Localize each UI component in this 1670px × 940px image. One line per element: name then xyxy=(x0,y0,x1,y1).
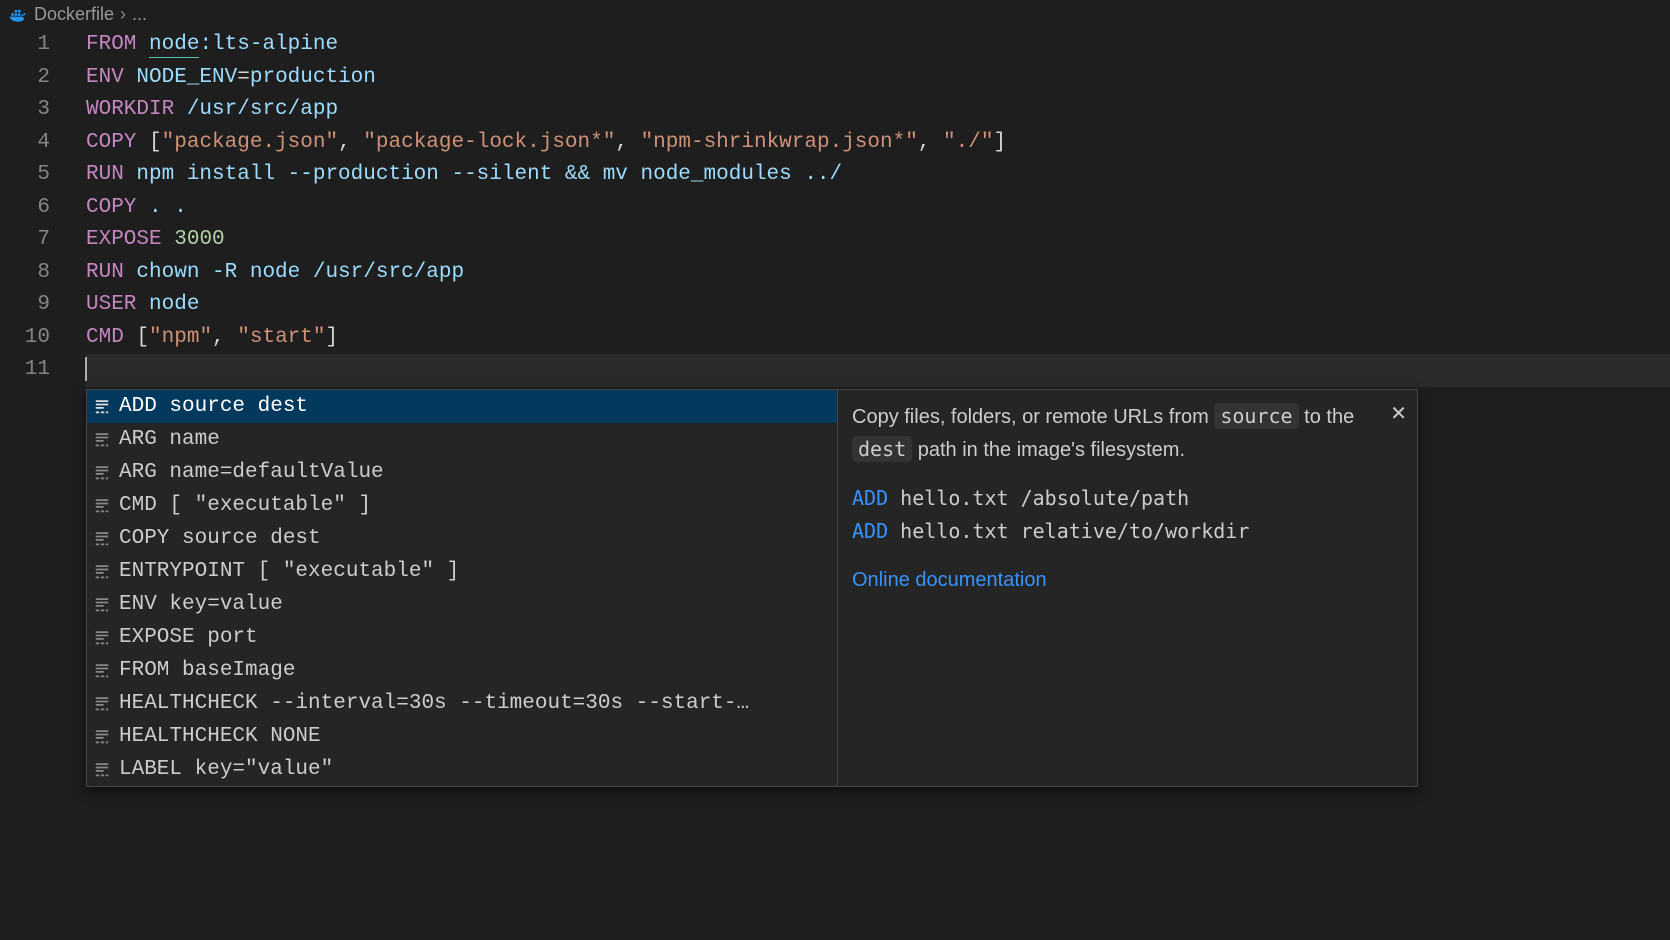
doc-description: Copy files, folders, or remote URLs from… xyxy=(852,400,1403,466)
line-number-gutter: 1234567891011 xyxy=(0,29,72,387)
suggestion-label: ENTRYPOINT [ "executable" ] xyxy=(119,560,459,583)
line-number: 2 xyxy=(0,62,72,95)
doc-example-1: ADD hello.txt /absolute/path xyxy=(852,482,1403,515)
code-chip-dest: dest xyxy=(852,436,912,462)
code-line[interactable]: RUN chown -R node /usr/src/app xyxy=(86,257,1670,290)
snippet-icon xyxy=(93,530,111,548)
suggestion-item[interactable]: HEALTHCHECK NONE xyxy=(87,720,837,753)
doc-example-2: ADD hello.txt relative/to/workdir xyxy=(852,515,1403,548)
suggestion-label: ENV key=value xyxy=(119,593,283,616)
line-number: 5 xyxy=(0,159,72,192)
suggestion-label: EXPOSE port xyxy=(119,626,258,649)
suggestion-label: ADD source dest xyxy=(119,395,308,418)
suggestion-item[interactable]: ADD source dest xyxy=(87,390,837,423)
line-number: 6 xyxy=(0,192,72,225)
suggestion-item[interactable]: ENV key=value xyxy=(87,588,837,621)
suggestion-list[interactable]: ADD source dest ARG name ARG name=defaultV… xyxy=(87,390,837,786)
suggestion-widget: ADD source dest ARG name ARG name=defaultV… xyxy=(86,389,1418,787)
online-documentation-link[interactable]: Online documentation xyxy=(852,569,1047,591)
line-number: 7 xyxy=(0,224,72,257)
code-line[interactable]: ENV NODE_ENV=production xyxy=(86,62,1670,95)
close-icon[interactable]: ✕ xyxy=(1390,398,1407,430)
suggestion-label: FROM baseImage xyxy=(119,659,295,682)
line-number: 11 xyxy=(0,354,72,387)
line-number: 10 xyxy=(0,322,72,355)
snippet-icon xyxy=(93,596,111,614)
code-line[interactable]: COPY . . xyxy=(86,192,1670,225)
line-number: 3 xyxy=(0,94,72,127)
suggestion-item[interactable]: COPY source dest xyxy=(87,522,837,555)
line-number: 9 xyxy=(0,289,72,322)
code-line[interactable]: USER node xyxy=(86,289,1670,322)
snippet-icon xyxy=(93,695,111,713)
breadcrumb[interactable]: Dockerfile › ... xyxy=(0,0,1670,29)
snippet-icon xyxy=(93,431,111,449)
code-chip-source: source xyxy=(1214,403,1298,429)
suggestion-label: COPY source dest xyxy=(119,527,321,550)
line-number: 4 xyxy=(0,127,72,160)
suggestion-item[interactable]: ARG name=defaultValue xyxy=(87,456,837,489)
suggestion-label: ARG name xyxy=(119,428,220,451)
snippet-icon xyxy=(93,464,111,482)
code-line[interactable]: CMD ["npm", "start"] xyxy=(86,322,1670,355)
snippet-icon xyxy=(93,497,111,515)
suggestion-item[interactable]: ENTRYPOINT [ "executable" ] xyxy=(87,555,837,588)
code-area[interactable]: FROM node:lts-alpineENV NODE_ENV=product… xyxy=(86,29,1670,387)
suggestion-item[interactable]: EXPOSE port xyxy=(87,621,837,654)
code-line[interactable]: WORKDIR /usr/src/app xyxy=(86,94,1670,127)
suggestion-documentation: ✕ Copy files, folders, or remote URLs fr… xyxy=(837,390,1417,786)
editor[interactable]: 1234567891011 FROM node:lts-alpineENV NO… xyxy=(0,29,1670,387)
suggestion-label: LABEL key="value" xyxy=(119,758,333,781)
suggestion-label: CMD [ "executable" ] xyxy=(119,494,371,517)
code-line[interactable]: FROM node:lts-alpine xyxy=(86,29,1670,62)
code-line[interactable]: COPY ["package.json", "package-lock.json… xyxy=(86,127,1670,160)
suggestion-label: HEALTHCHECK --interval=30s --timeout=30s… xyxy=(119,692,749,715)
text-cursor xyxy=(85,357,87,381)
chevron-right-icon: › xyxy=(120,4,126,25)
snippet-icon xyxy=(93,662,111,680)
snippet-icon xyxy=(93,728,111,746)
docker-icon xyxy=(8,7,28,23)
suggestion-item[interactable]: LABEL key="value" xyxy=(87,753,837,786)
suggestion-item[interactable]: ARG name xyxy=(87,423,837,456)
line-number: 1 xyxy=(0,29,72,62)
breadcrumb-file[interactable]: Dockerfile xyxy=(34,4,114,25)
snippet-icon xyxy=(93,761,111,779)
code-line[interactable]: EXPOSE 3000 xyxy=(86,224,1670,257)
breadcrumb-detail[interactable]: ... xyxy=(132,4,147,25)
suggestion-item[interactable]: CMD [ "executable" ] xyxy=(87,489,837,522)
suggestion-label: HEALTHCHECK NONE xyxy=(119,725,321,748)
suggestion-item[interactable]: HEALTHCHECK --interval=30s --timeout=30s… xyxy=(87,687,837,720)
code-line[interactable]: RUN npm install --production --silent &&… xyxy=(86,159,1670,192)
snippet-icon xyxy=(93,398,111,416)
suggestion-label: ARG name=defaultValue xyxy=(119,461,384,484)
suggestion-item[interactable]: FROM baseImage xyxy=(87,654,837,687)
code-line[interactable] xyxy=(86,354,1670,387)
line-number: 8 xyxy=(0,257,72,290)
snippet-icon xyxy=(93,629,111,647)
snippet-icon xyxy=(93,563,111,581)
